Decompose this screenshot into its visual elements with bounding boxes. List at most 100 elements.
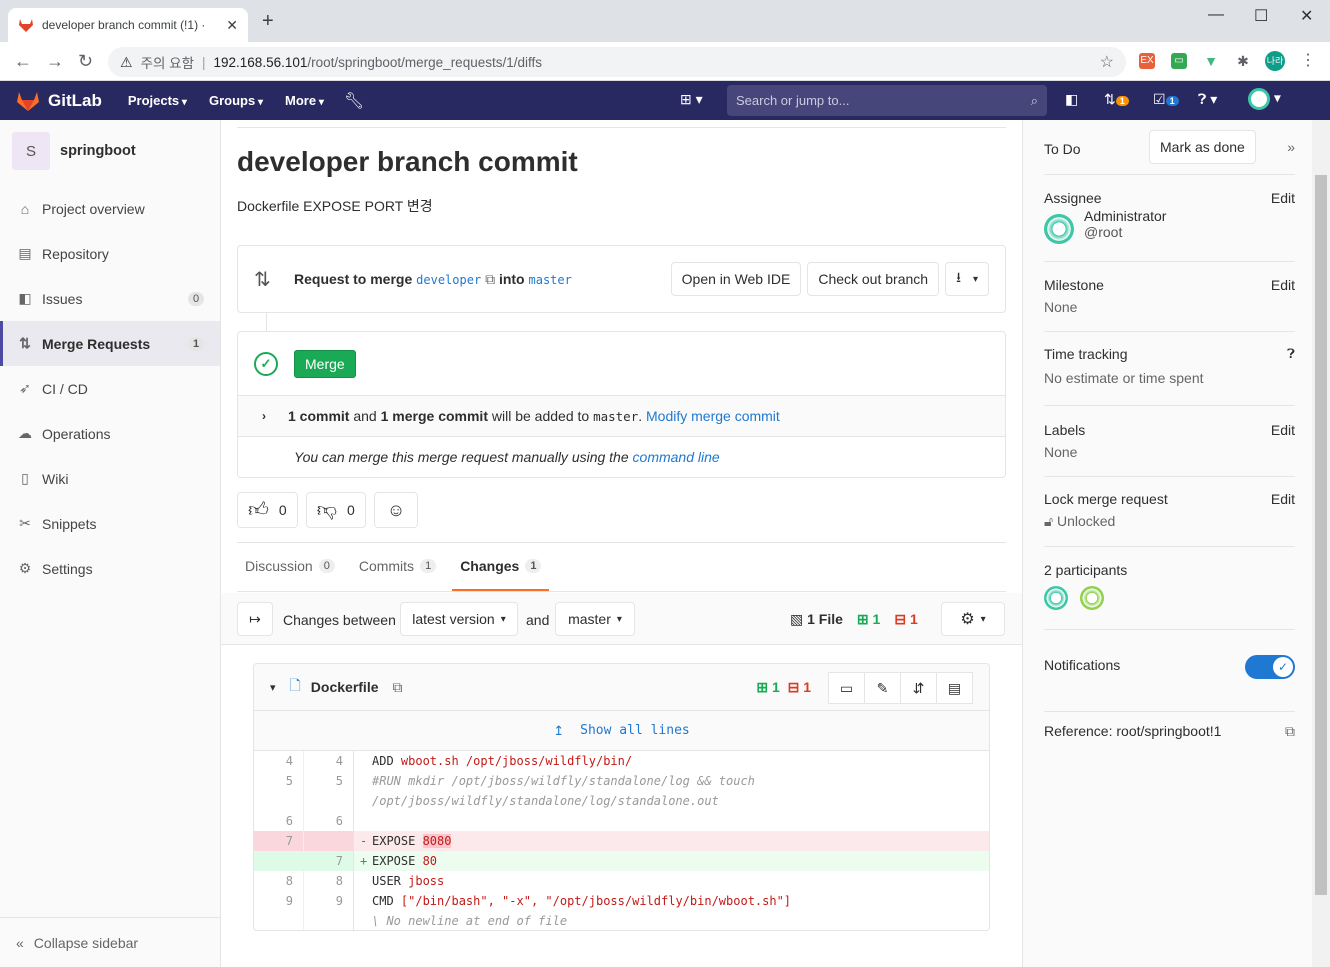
profile-avatar[interactable]: 나라 xyxy=(1265,51,1285,71)
sidebar-item-repository[interactable]: ▤ Repository xyxy=(0,231,220,276)
assignee-name[interactable]: Administrator xyxy=(1084,208,1166,224)
modify-merge-commit-link[interactable]: Modify merge commit xyxy=(646,408,780,424)
new-line-number[interactable]: 7 xyxy=(304,851,354,871)
gitlab-logo[interactable]: GitLab xyxy=(16,90,102,112)
new-tab-icon[interactable]: + xyxy=(262,10,274,33)
thumbs-down-button[interactable]: 👎︎ 0 xyxy=(305,492,366,528)
sidebar-item-merge-requests[interactable]: ⇅ Merge Requests 1 xyxy=(0,321,220,366)
open-web-ide-button[interactable]: Open in Web IDE xyxy=(670,262,802,296)
download-dropdown-button[interactable]: ⭳ ▾ xyxy=(945,262,989,296)
tab-commits[interactable]: Commits 1 xyxy=(351,543,444,591)
nav-projects[interactable]: Projects xyxy=(128,93,187,108)
new-line-number[interactable]: 4 xyxy=(304,751,354,771)
help-icon[interactable]: ❓︎ ▾ xyxy=(1198,91,1217,108)
edit-pencil-icon[interactable]: ✎ xyxy=(864,672,901,704)
commit-summary-row[interactable]: › 1 commit and 1 merge commit will be ad… xyxy=(238,395,1005,436)
search-input[interactable]: Search or jump to... ⌕ xyxy=(727,85,1047,116)
scrollbar-thumb[interactable] xyxy=(1315,175,1327,895)
view-replaced-file-icon[interactable]: ⇵ xyxy=(900,672,937,704)
source-branch[interactable]: developer xyxy=(416,273,481,287)
extensions-puzzle-icon[interactable]: ✱ xyxy=(1235,53,1251,69)
old-line-number[interactable]: 6 xyxy=(254,811,304,831)
old-line-number[interactable]: 5 xyxy=(254,771,304,791)
old-line-number[interactable]: 4 xyxy=(254,751,304,771)
copy-branch-icon[interactable]: ⧉ xyxy=(485,271,495,287)
sidebar-item-project-overview[interactable]: ⌂ Project overview xyxy=(0,186,220,231)
close-window-icon[interactable]: ✕ xyxy=(1300,6,1313,26)
minimize-icon[interactable]: — xyxy=(1208,6,1224,24)
user-avatar-menu[interactable]: ▾ xyxy=(1248,88,1281,110)
project-header[interactable]: S springboot xyxy=(0,120,220,182)
new-line-number[interactable] xyxy=(304,831,354,851)
admin-wrench-icon[interactable]: 🔧︎ xyxy=(344,91,364,111)
new-line-number[interactable]: 8 xyxy=(304,871,354,891)
nav-groups[interactable]: Groups xyxy=(209,93,263,108)
reload-icon[interactable]: ↻ xyxy=(78,51,93,72)
new-line-number[interactable] xyxy=(304,791,354,811)
sidebar-item-operations[interactable]: ☁ Operations xyxy=(0,411,220,456)
collapse-right-sidebar-icon[interactable]: » xyxy=(1287,139,1295,155)
copy-path-icon[interactable]: ⧉ xyxy=(393,679,403,696)
sidebar-item-issues[interactable]: ◧ Issues 0 xyxy=(0,276,220,321)
old-line-number[interactable]: 9 xyxy=(254,891,304,911)
old-line-number[interactable] xyxy=(254,911,304,930)
old-line-number[interactable]: 8 xyxy=(254,871,304,891)
old-line-number[interactable]: 7 xyxy=(254,831,304,851)
merge-button[interactable]: Merge xyxy=(294,349,356,378)
command-line-link[interactable]: command line xyxy=(633,449,720,465)
tab-changes[interactable]: Changes 1 xyxy=(452,543,550,591)
new-line-number[interactable]: 6 xyxy=(304,811,354,831)
chevron-down-icon[interactable]: ▾ xyxy=(270,681,276,694)
lock-edit-link[interactable]: Edit xyxy=(1271,491,1295,507)
version-dropdown[interactable]: latest version xyxy=(400,602,518,636)
browser-tab[interactable]: developer branch commit (!1) · ✕ xyxy=(8,8,248,42)
files-changed[interactable]: ▧ 1 File xyxy=(790,611,843,628)
nav-more[interactable]: More xyxy=(285,93,324,108)
collapse-sidebar-button[interactable]: « Collapse sidebar xyxy=(0,917,220,967)
show-all-lines-button[interactable]: ↥ Show all lines xyxy=(254,711,989,751)
new-line-number[interactable]: 5 xyxy=(304,771,354,791)
old-line-number[interactable] xyxy=(254,851,304,871)
extension-ex-icon[interactable]: EX xyxy=(1139,53,1155,69)
participant-avatar[interactable] xyxy=(1080,586,1104,610)
old-line-number[interactable] xyxy=(254,791,304,811)
new-line-number[interactable]: 9 xyxy=(304,891,354,911)
copy-reference-icon[interactable]: ⧉ xyxy=(1285,723,1295,740)
milestone-edit-link[interactable]: Edit xyxy=(1271,277,1295,293)
new-plus-icon[interactable]: ⊞ ▾ xyxy=(680,91,703,108)
target-branch[interactable]: master xyxy=(529,273,572,287)
diff-filename[interactable]: Dockerfile xyxy=(311,679,379,695)
page-scrollbar[interactable] xyxy=(1312,120,1330,967)
vue-devtools-icon[interactable]: ▼ xyxy=(1203,53,1219,69)
mark-as-done-button[interactable]: Mark as done xyxy=(1149,130,1256,164)
help-icon[interactable]: ❓︎ xyxy=(1287,346,1295,362)
issues-header-icon[interactable]: ◧ xyxy=(1065,91,1078,108)
maximize-icon[interactable]: ☐ xyxy=(1254,6,1268,26)
browser-menu-icon[interactable]: ⋮ xyxy=(1300,53,1316,69)
merge-requests-header-icon[interactable]: ⇅ 1 xyxy=(1104,91,1129,108)
bookmark-star-icon[interactable]: ☆ xyxy=(1100,52,1114,72)
new-line-number[interactable] xyxy=(304,911,354,930)
check-out-branch-button[interactable]: Check out branch xyxy=(807,262,940,296)
sidebar-item-snippets[interactable]: ✂ Snippets xyxy=(0,501,220,546)
forward-icon[interactable]: → xyxy=(46,51,64,72)
notifications-toggle[interactable] xyxy=(1245,655,1295,679)
sidebar-item-wiki[interactable]: ▯ Wiki xyxy=(0,456,220,501)
view-file-icon[interactable]: ▤ xyxy=(936,672,973,704)
add-reaction-button[interactable]: ☺ xyxy=(373,492,419,528)
extension-green-icon[interactable]: ▭ xyxy=(1171,53,1187,69)
url-bar[interactable]: ⚠ 주의 요함 | 192.168.56.101/root/springboot… xyxy=(108,47,1126,77)
assignee-edit-link[interactable]: Edit xyxy=(1271,190,1295,206)
sidebar-item-settings[interactable]: ⚙ Settings xyxy=(0,546,220,591)
toggle-comments-icon[interactable]: ▭ xyxy=(828,672,865,704)
sidebar-item-ci-cd[interactable]: ➶ CI / CD xyxy=(0,366,220,411)
back-icon[interactable]: ← xyxy=(14,51,32,72)
tab-discussion[interactable]: Discussion 0 xyxy=(237,543,343,591)
diff-settings-dropdown[interactable]: ⚙ xyxy=(941,602,1005,636)
todos-header-icon[interactable]: ☑ 1 xyxy=(1153,91,1179,108)
expand-file-tree-button[interactable]: ↦ xyxy=(237,602,273,636)
compare-dropdown[interactable]: master xyxy=(555,602,635,636)
participant-avatar[interactable] xyxy=(1044,586,1068,610)
thumbs-up-button[interactable]: 👍︎ 0 xyxy=(237,492,298,528)
chevron-right-icon[interactable]: › xyxy=(262,409,266,423)
